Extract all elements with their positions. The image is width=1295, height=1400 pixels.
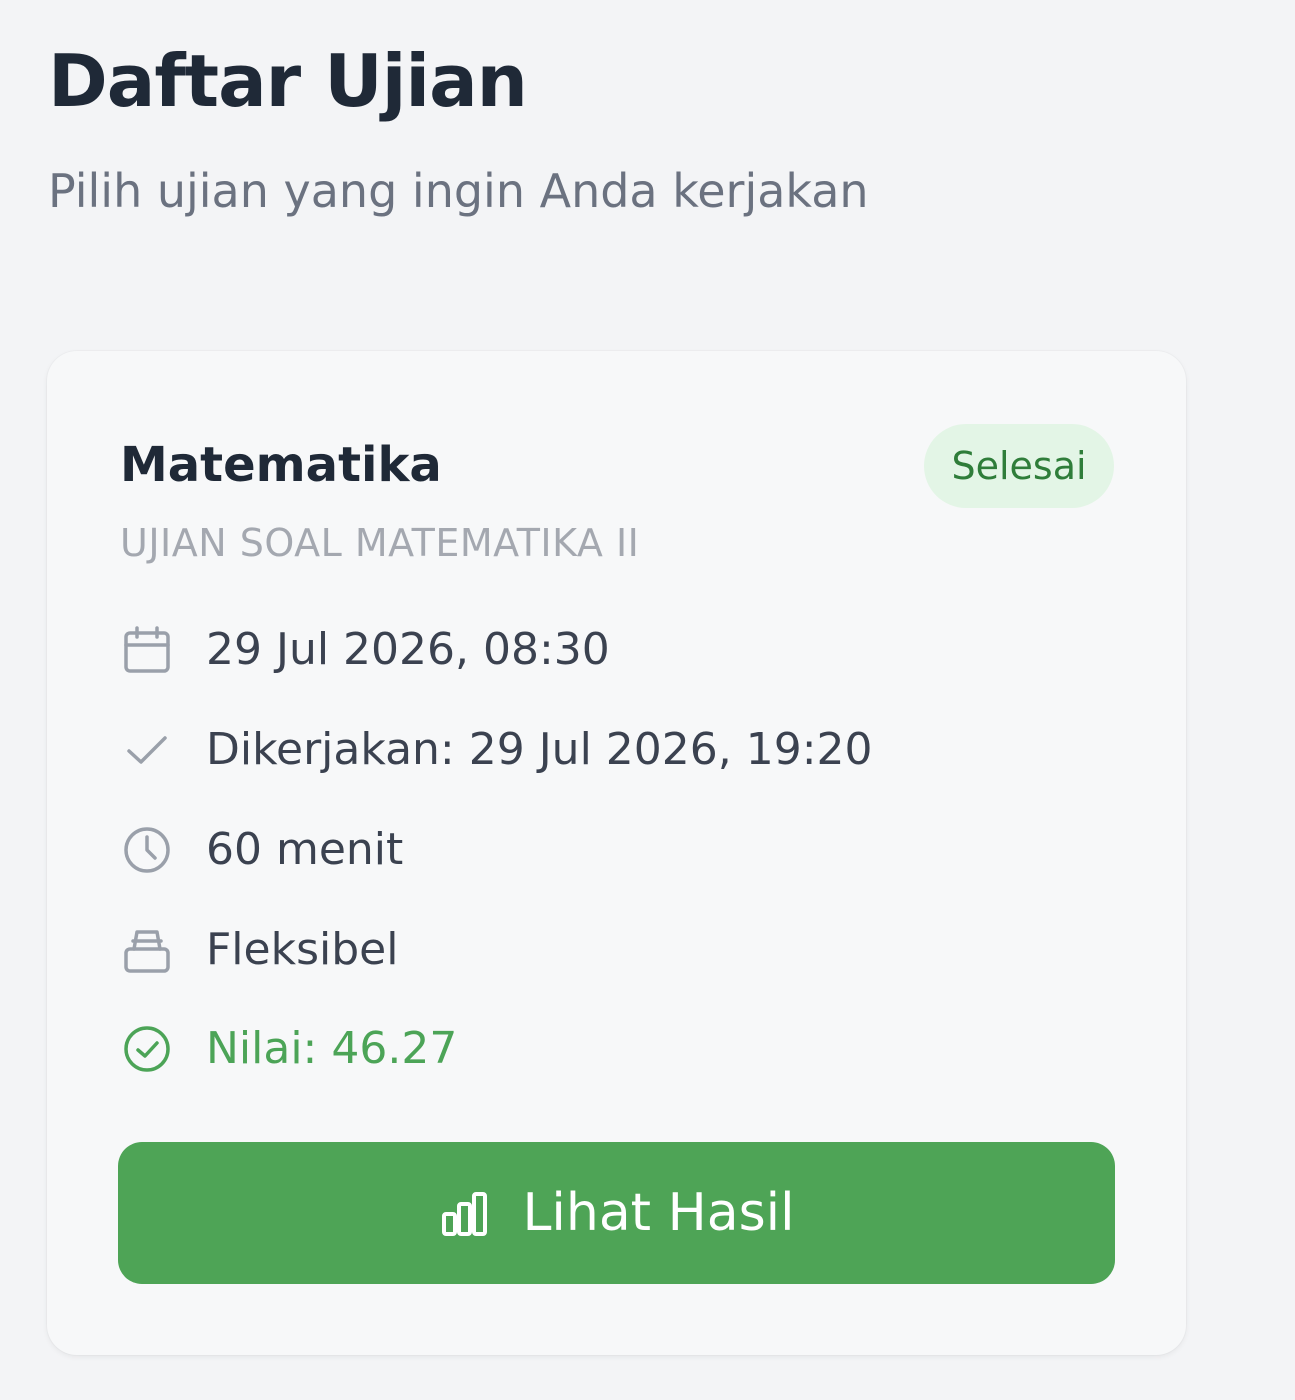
check-icon: [120, 723, 174, 777]
page-subtitle: Pilih ujian yang ingin Anda kerjakan: [48, 164, 869, 218]
duration-row: 60 menit: [120, 820, 403, 880]
bar-chart-icon: [438, 1186, 492, 1240]
score-text: Nilai: 46.27: [206, 1023, 458, 1074]
score-row: Nilai: 46.27: [120, 1019, 457, 1079]
duration-text: 60 menit: [206, 824, 404, 875]
view-result-button[interactable]: Lihat Hasil: [118, 1142, 1115, 1284]
view-result-label: Lihat Hasil: [522, 1183, 795, 1243]
calendar-icon: [120, 623, 174, 677]
mode-text: Fleksibel: [206, 924, 399, 975]
schedule-text: 29 Jul 2026, 08:30: [206, 624, 610, 675]
exam-subtitle: UJIAN SOAL MATEMATIKA II: [120, 521, 640, 565]
page-title: Daftar Ujian: [48, 39, 528, 123]
status-badge: Selesai: [924, 424, 1114, 508]
mode-row: Fleksibel: [120, 920, 398, 980]
completed-row: Dikerjakan: 29 Jul 2026, 19:20: [120, 720, 873, 780]
check-circle-icon: [120, 1022, 174, 1076]
completed-text: Dikerjakan: 29 Jul 2026, 19:20: [206, 724, 873, 775]
clock-icon: [120, 823, 174, 877]
tray-icon: [120, 923, 174, 977]
exam-card: Matematika Selesai UJIAN SOAL MATEMATIKA…: [47, 351, 1186, 1355]
exam-title: Matematika: [120, 437, 442, 493]
schedule-row: 29 Jul 2026, 08:30: [120, 620, 610, 680]
